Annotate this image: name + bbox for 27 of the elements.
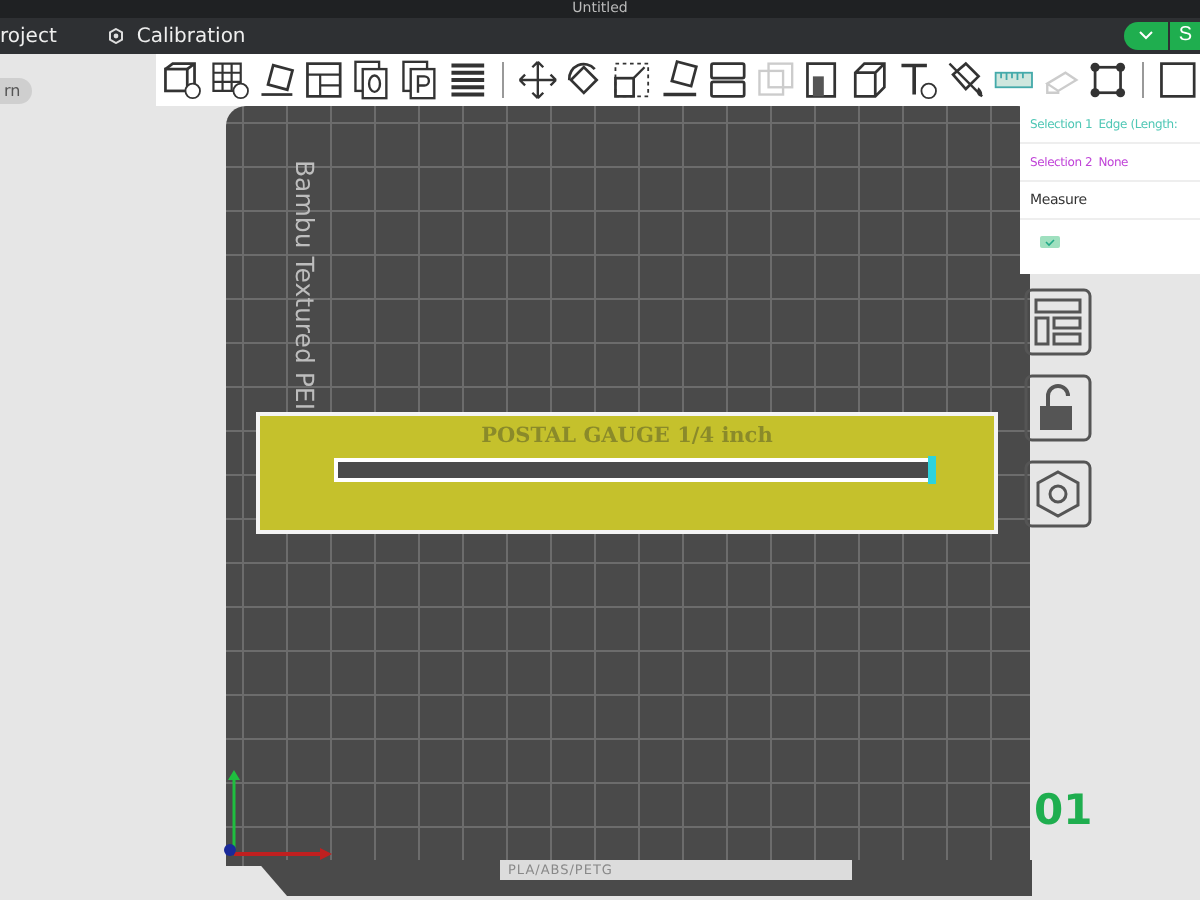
text-icon[interactable]	[896, 58, 940, 102]
hexagon-nut-icon[interactable]	[1024, 460, 1092, 528]
menu-item[interactable]: roject	[0, 25, 57, 47]
add-cube-icon[interactable]	[160, 58, 204, 102]
arrange-icon[interactable]	[302, 58, 347, 102]
layout-icon[interactable]	[1024, 288, 1092, 356]
move-icon[interactable]	[515, 58, 559, 102]
menu-item[interactable]: Calibration	[108, 25, 246, 47]
model-text: POSTAL GAUGE 1/4 inch	[479, 424, 775, 448]
auto-orient-icon[interactable]	[255, 58, 299, 102]
split-icon[interactable]	[705, 58, 750, 102]
measure-marker	[928, 456, 936, 484]
dropdown-button[interactable]	[1124, 22, 1169, 50]
add-grid-icon[interactable]	[207, 58, 252, 102]
lay-flat-icon[interactable]	[658, 58, 702, 102]
plate-name: Bambu Textured PEI	[290, 159, 321, 411]
plate-p-icon[interactable]	[398, 58, 442, 102]
scale-icon[interactable]	[610, 58, 655, 102]
unlock-icon[interactable]	[1024, 374, 1092, 442]
layers-icon[interactable]	[445, 58, 490, 102]
caret-icon	[1138, 30, 1155, 42]
hexagon-icon	[108, 28, 125, 44]
plate-number: 01	[1034, 786, 1093, 834]
slice-button[interactable]: S	[1170, 22, 1200, 50]
toggle-pill[interactable]: rn	[0, 78, 33, 104]
fit-frame-icon[interactable]	[1086, 58, 1131, 102]
paint-bucket-icon[interactable]	[943, 58, 988, 102]
